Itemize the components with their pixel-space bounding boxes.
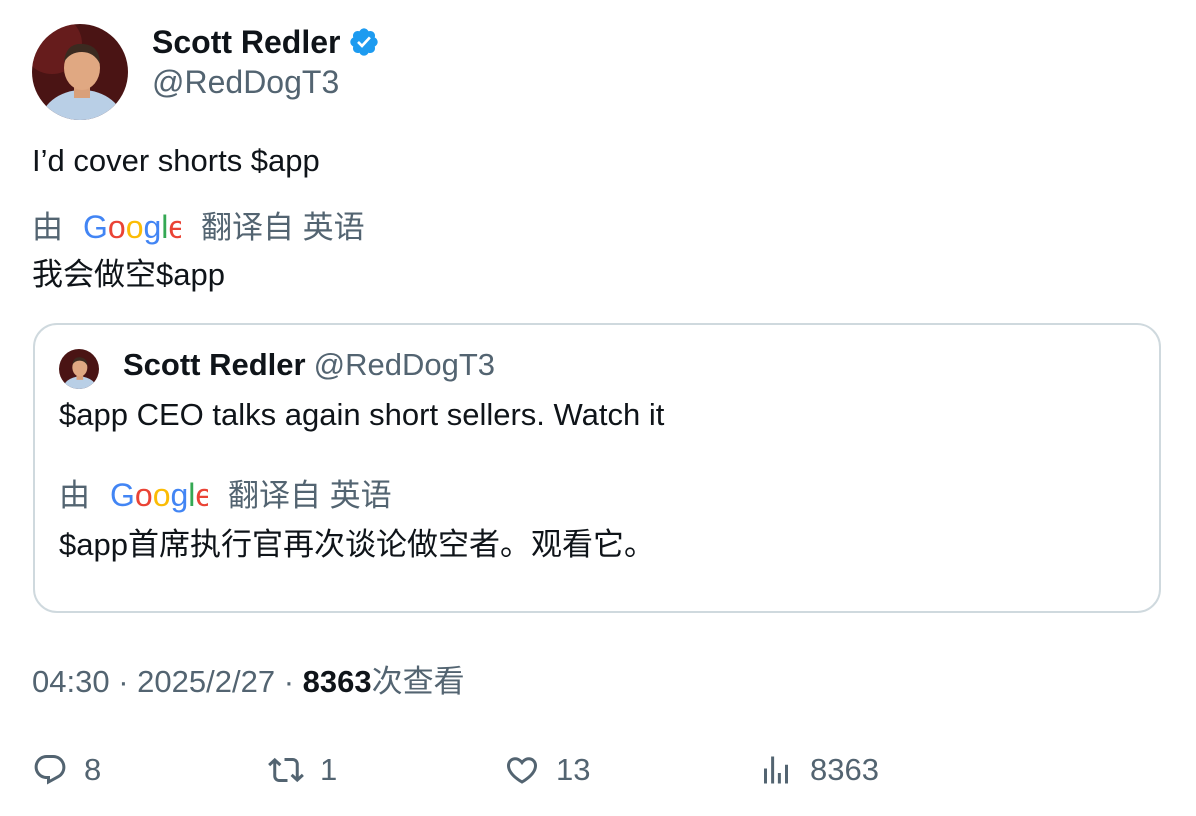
author-handle[interactable]: @RedDogT3	[152, 62, 339, 102]
like-count: 13	[556, 752, 591, 787]
quote-author-name: Scott Redler	[123, 347, 306, 382]
verified-badge-icon	[348, 26, 380, 58]
tweet-time[interactable]: 04:30	[32, 664, 110, 699]
translation-prefix: 由	[32, 210, 63, 245]
views-button[interactable]: 8363	[758, 748, 879, 792]
quote-tweet[interactable]: Scott Redler @RedDogT3 $app CEO talks aga…	[33, 323, 1161, 613]
quote-translation-prefix: 由	[59, 478, 90, 513]
views-action-count: 8363	[810, 752, 879, 787]
quote-translation-source: 翻译自 英语	[228, 478, 392, 513]
translation-source: 翻译自 英语	[201, 210, 365, 245]
quote-translated-text: $app首席执行官再次谈论做空者。观看它。	[59, 527, 655, 562]
quote-author-row: Scott Redler @RedDogT3	[123, 345, 495, 385]
quote-text: $app CEO talks again short sellers. Watc…	[59, 397, 665, 432]
tweet-text: I’d cover shorts $app	[32, 143, 320, 178]
reply-count: 8	[84, 752, 102, 787]
svg-text:Google: Google	[110, 479, 208, 513]
repost-button[interactable]: 1	[268, 748, 337, 792]
translation-attribution: 由 Google 翻译自 英语	[32, 207, 365, 249]
like-icon	[506, 757, 538, 784]
meta-separator: ·	[118, 664, 129, 699]
view-count: 8363	[302, 664, 372, 699]
author-name[interactable]: Scott Redler	[152, 22, 340, 62]
reply-icon	[34, 755, 66, 785]
quote-author-avatar	[59, 349, 99, 389]
google-logo: Google	[83, 207, 181, 249]
author-name-row[interactable]: Scott Redler	[152, 22, 380, 62]
views-icon	[764, 756, 788, 784]
view-count-suffix: 次查看	[371, 664, 465, 699]
google-logo: Google	[110, 475, 208, 517]
repost-count: 1	[320, 752, 338, 787]
meta-separator: ·	[283, 664, 295, 699]
svg-text:Google: Google	[83, 211, 181, 245]
author-avatar[interactable]	[32, 24, 128, 120]
translated-text: 我会做空$app	[32, 257, 225, 292]
tweet-meta: 04:30 · 2025/2/27 · 8363次查看	[32, 662, 465, 702]
like-button[interactable]: 13	[504, 748, 590, 792]
repost-icon	[268, 757, 304, 783]
reply-button[interactable]: 8	[32, 748, 101, 792]
quote-author-handle: @RedDogT3	[313, 347, 495, 382]
tweet-date[interactable]: 2025/2/27	[137, 664, 275, 699]
quote-translation-attribution: 由 Google 翻译自 英语	[59, 475, 392, 517]
